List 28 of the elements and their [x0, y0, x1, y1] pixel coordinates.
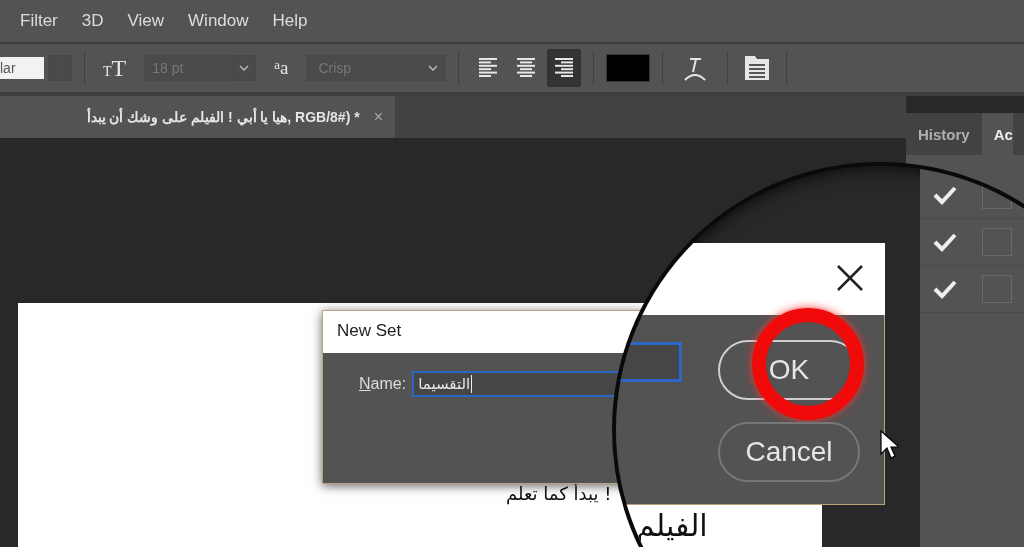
font-style-field[interactable]: lar: [0, 57, 44, 79]
menu-item[interactable]: Help: [262, 11, 318, 31]
align-left-icon: [479, 58, 498, 78]
chevron-down-icon: [428, 65, 439, 71]
menu-item[interactable]: 3D: [71, 11, 114, 31]
panel-tab[interactable]: Ac: [981, 113, 1013, 155]
mouse-cursor-icon: [880, 430, 898, 460]
chevron-down-icon: [239, 65, 250, 71]
align-right-button[interactable]: [547, 49, 582, 87]
check-icon[interactable]: [933, 185, 957, 205]
document-title: هيا يا أبي ! الفيلم على وشك أن يبدأ, RGB/8#) *: [86, 109, 360, 125]
tab-close-button[interactable]: ×: [373, 108, 383, 126]
canvas-text: الفيلم: [636, 508, 708, 543]
panel-icon[interactable]: [744, 55, 771, 81]
menu-item[interactable]: View: [117, 11, 175, 31]
check-icon[interactable]: [933, 279, 957, 299]
document-tab[interactable]: هيا يا أبي ! الفيلم على وشك أن يبدأ, RGB/8#) * ×: [0, 96, 395, 138]
close-icon[interactable]: [836, 264, 864, 292]
align-center-icon: [517, 58, 536, 78]
menu-item[interactable]: Window: [178, 11, 259, 31]
font-size-icon: TT: [103, 54, 127, 82]
check-icon[interactable]: [933, 232, 957, 252]
dialog-button[interactable]: Cancel: [718, 422, 860, 482]
text-color-swatch[interactable]: [606, 54, 651, 82]
menu-item[interactable]: Filter: [10, 11, 68, 31]
name-label: Name:: [359, 375, 407, 393]
canvas-text: يبدأ كما تعلم !: [506, 483, 612, 504]
align-right-icon: [555, 58, 574, 78]
